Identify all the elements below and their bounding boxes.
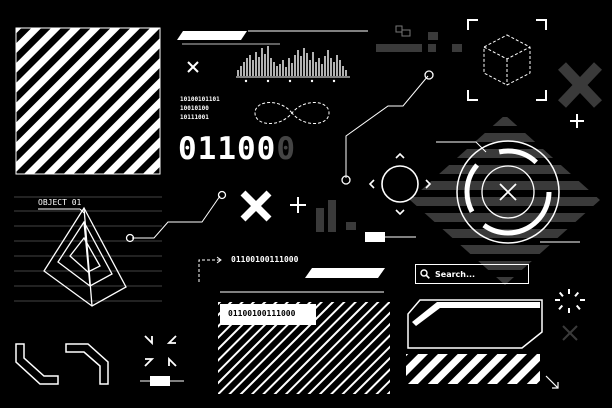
focus-brackets-icon	[144, 335, 177, 367]
binary-digits: 01100	[178, 131, 277, 167]
binary-label: 01100100111000	[231, 255, 299, 264]
level-bars	[316, 200, 356, 232]
plus-icon	[290, 197, 306, 213]
binary-label: 01100100111000	[228, 309, 296, 318]
slider-thumb[interactable]	[150, 376, 170, 386]
plus-icon	[570, 114, 584, 128]
bracket-shape	[65, 343, 109, 385]
circuit-line	[345, 75, 429, 178]
block-cluster	[376, 25, 462, 52]
search-input[interactable]: Search...	[415, 264, 529, 284]
spinner-icon	[555, 289, 585, 313]
pyramid-icon	[43, 206, 127, 307]
circuit-line	[132, 195, 221, 239]
binary-readout: 10010100	[180, 105, 209, 112]
binary-display: 011000	[178, 131, 296, 167]
x-icon-large	[558, 62, 602, 108]
binary-readout: 10111001	[180, 114, 209, 121]
resize-icon[interactable]	[545, 375, 559, 389]
title-bar	[177, 31, 247, 40]
cube-icon	[467, 19, 547, 101]
x-icon	[562, 325, 578, 341]
infinity-icon	[254, 102, 330, 124]
binary-readout: 10100101101	[180, 96, 220, 103]
slider-thumb[interactable]	[365, 232, 385, 242]
hud-canvas: OBJECT 01 10100101101 10010100 10111001 …	[0, 0, 612, 408]
binary-digit-faded: 0	[276, 131, 296, 167]
hud-graphics	[14, 19, 602, 394]
search-placeholder: Search...	[435, 269, 476, 279]
waveform-graph	[237, 46, 347, 76]
magnifier-icon	[420, 269, 430, 279]
x-icon[interactable]	[240, 190, 272, 222]
object-label: OBJECT 01	[38, 198, 82, 207]
striped-panel-top-left	[16, 28, 160, 174]
x-icon[interactable]	[187, 61, 199, 73]
bracket-shape	[15, 343, 59, 385]
arrow-line	[198, 256, 222, 282]
striped-bar	[406, 354, 540, 384]
pyramid-grid	[14, 196, 162, 302]
